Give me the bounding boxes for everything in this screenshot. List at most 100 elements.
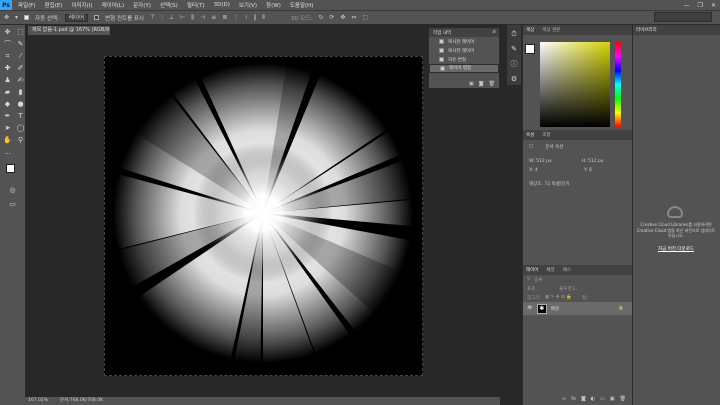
hand-tool-icon[interactable]: ✋ (3, 136, 12, 145)
blend-mode-dropdown[interactable]: 표준 (527, 286, 535, 292)
info-panel-icon[interactable]: ⓘ (511, 59, 518, 69)
layer-row[interactable]: 👁 ✱ 배경 🔒 (523, 302, 632, 315)
maximize-button[interactable]: ❐ (698, 2, 703, 9)
menu-filter[interactable]: 필터(T) (187, 1, 205, 9)
tab-properties[interactable]: 속성 (526, 132, 534, 138)
foreground-swatch[interactable] (525, 44, 535, 54)
folder-icon[interactable]: ▭ (600, 396, 605, 402)
layer-kind-filter[interactable]: 종류 (534, 277, 542, 283)
zoom-readout[interactable]: 167.02% (28, 397, 48, 405)
menu-help[interactable]: 도움말(H) (290, 1, 314, 9)
new-layer-icon[interactable]: ▣ (610, 396, 615, 402)
tab-swatches[interactable]: 색상 견본 (542, 27, 560, 33)
move-tool-icon[interactable]: ✥ (3, 28, 12, 37)
eye-icon[interactable]: 👁 (527, 306, 533, 311)
y-field[interactable]: 8 (589, 168, 592, 173)
3d-roll-icon[interactable]: ⟳ (329, 14, 334, 21)
stamp-tool-icon[interactable]: ♟ (3, 76, 12, 85)
brush-panel-icon[interactable]: ✎ (511, 45, 517, 53)
trash-icon[interactable]: 🗑 (620, 396, 626, 402)
more-tools-icon[interactable]: … (3, 148, 12, 157)
type-tool-icon[interactable]: T (16, 112, 25, 121)
adjustment-icon[interactable]: ◐ (591, 396, 595, 402)
marquee-tool-icon[interactable]: ⬚ (16, 28, 25, 37)
new-document-icon[interactable]: ▣ (469, 81, 474, 87)
align-bottom-icon[interactable]: ⊥ (169, 14, 174, 21)
zoom-tool-icon[interactable]: ⚲ (16, 136, 25, 145)
screen-mode-icon[interactable]: ▭ (8, 200, 17, 209)
tab-layers[interactable]: 레이어 (526, 267, 538, 273)
transform-controls-checkbox[interactable] (94, 15, 100, 20)
distribute-icon-2[interactable]: ≣ (222, 14, 227, 21)
tab-libraries[interactable]: 라이브러리 (636, 27, 657, 33)
menu-file[interactable]: 파일(F) (18, 1, 36, 9)
menu-layer[interactable]: 레이어(L) (102, 1, 125, 9)
history-brush-tool-icon[interactable]: ✍ (16, 76, 25, 85)
pen-tool-icon[interactable]: ✒ (3, 112, 12, 121)
lasso-tool-icon[interactable]: ⌒ (3, 40, 12, 49)
minimize-button[interactable]: — (684, 2, 690, 9)
quick-select-tool-icon[interactable]: ✎ (16, 40, 25, 49)
crop-tool-icon[interactable]: ⌗ (3, 52, 12, 61)
3d-slide-icon[interactable]: ⇔ (351, 14, 356, 21)
healing-tool-icon[interactable]: ✚ (3, 64, 12, 73)
history-tab[interactable]: 작업 내역 (433, 30, 451, 36)
distribute-icon-6[interactable]: ⦀ (262, 14, 265, 21)
brush-tool-icon[interactable]: ✐ (16, 64, 25, 73)
camera-icon[interactable]: ◙ (479, 81, 484, 87)
link-icon[interactable]: ∞ (562, 396, 566, 402)
menu-3d[interactable]: 3D(D) (214, 2, 230, 8)
document-canvas[interactable] (63, 15, 463, 405)
blur-tool-icon[interactable]: ◆ (3, 100, 12, 109)
menu-image[interactable]: 이미지(I) (71, 1, 92, 9)
menu-window[interactable]: 창(W) (266, 1, 281, 9)
distribute-icon-4[interactable]: ⁞ (245, 14, 247, 21)
adjust-panel-icon[interactable]: ⚙ (511, 75, 517, 83)
menu-edit[interactable]: 편집(E) (45, 1, 63, 9)
lock-icons[interactable]: ▦ ✎ ✥ ⊞ 🔒 (545, 295, 572, 300)
tab-adjustments[interactable]: 조정 (542, 132, 550, 138)
distribute-icon-5[interactable]: ∥ (253, 14, 256, 21)
dodge-tool-icon[interactable]: ● (16, 100, 25, 109)
foreground-color-swatch[interactable] (6, 164, 15, 173)
history-item-selected[interactable]: 레이어 병합 (429, 64, 499, 73)
fx-icon[interactable]: fx (571, 396, 576, 402)
hue-slider[interactable] (615, 42, 621, 127)
3d-scale-icon[interactable]: ⬚ (362, 14, 368, 21)
trash-icon[interactable]: 🗑 (489, 81, 495, 87)
history-item[interactable]: 복사한 레이어 (429, 46, 499, 55)
close-button[interactable]: ✕ (711, 2, 716, 9)
eyedropper-tool-icon[interactable]: ⁄ (16, 52, 25, 61)
align-middle-icon[interactable]: ⫶ (161, 14, 163, 21)
panel-menu-icon[interactable]: ≡ (492, 30, 496, 35)
tab-color[interactable]: 색상 (526, 27, 534, 33)
quick-mask-icon[interactable]: ◎ (8, 186, 17, 195)
3d-pan-icon[interactable]: ✥ (340, 14, 345, 21)
eraser-tool-icon[interactable]: ▰ (3, 88, 12, 97)
align-top-icon[interactable]: ⊤ (150, 14, 155, 21)
auto-select-checkbox[interactable] (24, 15, 30, 20)
color-field[interactable] (540, 42, 610, 127)
align-right-icon[interactable]: ⊣ (200, 14, 205, 21)
distribute-icon[interactable]: ≡ (211, 14, 216, 21)
history-item[interactable]: 자유 변형 (429, 55, 499, 64)
distribute-icon-3[interactable]: ⋮ (233, 14, 239, 21)
3d-rotate-icon[interactable]: ↻ (318, 14, 323, 21)
history-item[interactable]: 복사한 레이어 (429, 37, 499, 46)
shape-tool-icon[interactable]: ◯ (16, 124, 25, 133)
history-panel-icon[interactable]: ⏱ (511, 30, 516, 39)
menu-select[interactable]: 선택(S) (160, 1, 178, 9)
align-center-icon[interactable]: ⫼ (191, 14, 194, 21)
workspace-dropdown[interactable] (654, 12, 712, 22)
menu-view[interactable]: 보기(V) (239, 1, 257, 9)
chevron-down-icon[interactable]: ▾ (15, 14, 18, 21)
path-select-tool-icon[interactable]: ➤ (3, 124, 12, 133)
x-field[interactable]: 4 (535, 168, 538, 173)
download-link[interactable]: 지금 버전 다운로드 (636, 246, 716, 252)
move-tool-icon[interactable]: ✥ (4, 14, 9, 21)
mask-icon[interactable]: ◙ (581, 396, 586, 402)
tab-channels[interactable]: 채널 (546, 267, 554, 273)
document-tab[interactable]: 제목 없음-1.psd @ 167% (RGB/8#) * (28, 26, 110, 35)
height-field[interactable]: 512 px (588, 159, 604, 164)
menu-type[interactable]: 문자(Y) (133, 1, 151, 9)
